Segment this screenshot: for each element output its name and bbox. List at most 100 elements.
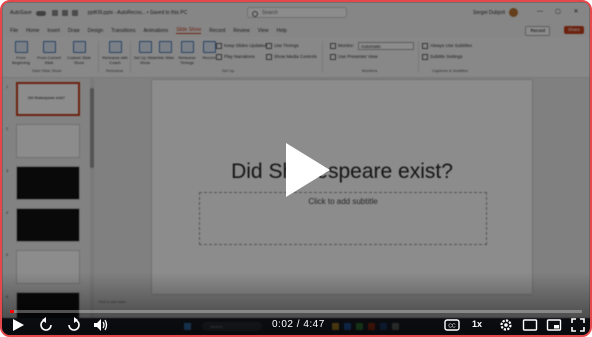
monitor-label: Monitor: xyxy=(330,43,354,49)
check-show-media-controls: Show Media Controls xyxy=(266,54,317,60)
play-from-start-icon xyxy=(14,41,28,53)
minimize-icon: — xyxy=(537,9,543,15)
undo-icon xyxy=(61,10,68,16)
menu-item: Slide Show xyxy=(176,27,202,34)
progress-bar[interactable] xyxy=(10,310,582,313)
menu-item: Animations xyxy=(143,27,169,34)
group-label: Rehearse xyxy=(106,68,124,73)
play-icon xyxy=(13,319,24,331)
progress-fill xyxy=(10,310,14,313)
current-time: 0:02 xyxy=(272,319,294,330)
menu-item: Help xyxy=(276,27,287,34)
thumbnail-text xyxy=(17,125,79,137)
menu-item: File xyxy=(10,27,19,34)
menu-item: Transitions xyxy=(111,27,136,34)
maximize-icon: ▢ xyxy=(555,9,561,15)
fullscreen-icon xyxy=(571,318,585,332)
miniplayer-icon xyxy=(522,319,538,331)
slide-thumbnail xyxy=(16,208,80,242)
video-player[interactable]: AutoSave pptKI9.pptx - AutoRecov... • Sa… xyxy=(0,0,592,337)
menu-item: Design xyxy=(87,27,104,34)
thumbnail-number: 4 xyxy=(6,210,9,215)
slide-thumbnail xyxy=(16,166,80,200)
group-label: Set Up xyxy=(222,68,235,73)
search-placeholder: Search xyxy=(262,10,278,16)
ribbon-separator xyxy=(418,41,419,73)
duration: 4:47 xyxy=(303,319,325,330)
group-label: Captions & Subtitles xyxy=(432,68,469,73)
miniplayer-button[interactable] xyxy=(522,317,538,333)
rewind-icon xyxy=(40,317,52,331)
thumbnail-text xyxy=(17,167,79,179)
thumbnail-text: Did Shakespeare exist? xyxy=(28,96,65,100)
slide-canvas: Did Shakespeare exist? Click to add subt… xyxy=(152,80,532,294)
time-display: 0:02 / 4:47 xyxy=(272,319,325,330)
record-icon xyxy=(202,41,216,53)
thumbnail-number: 6 xyxy=(6,294,9,299)
big-play-button[interactable] xyxy=(266,135,336,205)
subtitle-settings: Subtitle Settings xyxy=(422,54,463,60)
slide-thumbnail: Did Shakespeare exist? xyxy=(16,82,80,116)
ribbon-separator xyxy=(130,41,131,73)
thumbnail-number: 5 xyxy=(6,252,9,257)
play-current-icon xyxy=(42,41,56,53)
thumbnail-number: 1 xyxy=(6,84,9,89)
player-controls: 0:02 / 4:47 CC 1x xyxy=(2,315,590,335)
volume-icon xyxy=(94,319,108,331)
forward-button[interactable] xyxy=(66,317,82,333)
user-name: Sergei Dubprit xyxy=(473,10,505,16)
ribbon-from-current: From Current Slide xyxy=(36,39,62,65)
share-button: Share xyxy=(563,26,584,34)
check-presenter-view: Use Presenter View xyxy=(330,54,378,60)
volume-button[interactable] xyxy=(92,317,108,333)
menu-item: Insert xyxy=(47,27,60,34)
slide-thumbnail xyxy=(16,124,80,158)
play-icon xyxy=(286,143,330,197)
ribbon-separator xyxy=(98,41,99,73)
theater-icon xyxy=(546,319,562,331)
menu-item: Review xyxy=(233,27,250,34)
theater-mode-button[interactable] xyxy=(546,317,562,333)
ribbon-custom-show: Custom Slide Show xyxy=(66,39,92,65)
ribbon-from-beginning: From Beginning xyxy=(8,39,34,65)
hide-slide-icon xyxy=(158,41,172,53)
play-button[interactable] xyxy=(10,317,26,333)
monitor-dropdown: Automatic xyxy=(358,42,414,50)
save-icon xyxy=(51,10,58,16)
thumbnail-number: 2 xyxy=(6,126,9,131)
search-icon xyxy=(252,11,258,17)
coach-icon xyxy=(108,41,122,53)
gear-icon xyxy=(500,319,512,331)
time-separator: / xyxy=(296,319,301,330)
ribbon-separator xyxy=(322,41,323,73)
fullscreen-button[interactable] xyxy=(570,317,586,333)
group-label: Start Slide Show xyxy=(32,68,62,73)
notes-hint: Click to add notes xyxy=(98,300,126,304)
check-play-narrations: Play Narrations xyxy=(216,54,255,60)
thumbnail-number: 3 xyxy=(6,168,9,173)
menu-item: View xyxy=(257,27,269,34)
forward-icon xyxy=(68,317,80,331)
timer-icon xyxy=(180,41,194,53)
avatar xyxy=(509,8,518,17)
document-title: pptKI9.pptx - AutoRecov... • Saved to th… xyxy=(87,10,188,16)
svg-text:CC: CC xyxy=(448,324,456,330)
search-box: Search xyxy=(247,7,347,18)
rewind-button[interactable] xyxy=(38,317,54,333)
playback-speed-button[interactable]: 1x xyxy=(472,319,482,329)
check-use-timings: Use Timings xyxy=(266,43,299,49)
subtitle-placeholder: Click to add subtitle xyxy=(199,192,487,245)
ribbon: From Beginning From Current Slide Custom… xyxy=(2,37,590,78)
autosave-toggle xyxy=(35,10,46,16)
menu-item: Home xyxy=(26,27,40,34)
close-icon: ✕ xyxy=(573,9,579,15)
settings-button[interactable] xyxy=(498,317,514,333)
setup-icon xyxy=(138,41,152,53)
ribbon-rehearse-coach: Rehearse with Coach xyxy=(102,39,128,65)
captions-button[interactable]: CC xyxy=(444,317,460,333)
check-keep-slides-updated: Keep Slides Updated xyxy=(216,43,266,49)
title-bar: AutoSave pptKI9.pptx - AutoRecov... • Sa… xyxy=(2,2,590,24)
custom-show-icon xyxy=(72,41,86,53)
thumbnail-text xyxy=(17,251,79,263)
captions-icon: CC xyxy=(444,319,460,331)
